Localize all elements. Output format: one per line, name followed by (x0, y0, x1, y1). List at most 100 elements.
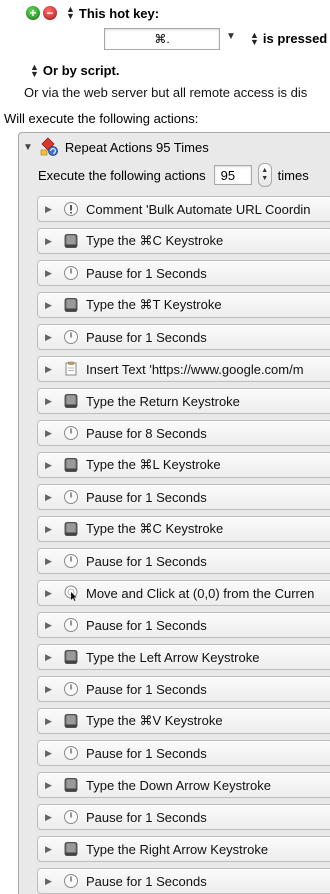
action-row[interactable]: ▶ Pause for 1 Seconds (37, 804, 330, 830)
action-label: Comment 'Bulk Automate URL Coordin (86, 201, 311, 217)
mouse-click-icon (62, 584, 80, 602)
pause-icon (62, 808, 80, 826)
disclosure-triangle-collapsed-icon[interactable]: ▶ (45, 812, 55, 823)
keystroke-icon (62, 648, 80, 666)
disclosure-triangle-collapsed-icon[interactable]: ▶ (45, 428, 55, 439)
disclosure-triangle-collapsed-icon[interactable]: ▶ (45, 364, 55, 375)
action-label: Pause for 1 Seconds (86, 681, 207, 697)
repeat-actions-icon (39, 137, 59, 157)
times-label: times (277, 167, 309, 183)
action-row[interactable]: ▶ Type the ⌘L Keystroke (37, 452, 330, 478)
disclosure-triangle-collapsed-icon[interactable]: ▶ (45, 460, 55, 471)
action-row[interactable]: ▶ Pause for 1 Seconds (37, 868, 330, 894)
keystroke-icon (62, 456, 80, 474)
hotkey-field[interactable]: ⌘. (104, 28, 220, 50)
pause-icon (62, 424, 80, 442)
webserver-info-text: Or via the web server but all remote acc… (24, 85, 308, 100)
action-label: Type the ⌘L Keystroke (86, 457, 221, 472)
disclosure-triangle-collapsed-icon[interactable]: ▶ (45, 684, 55, 695)
action-row[interactable]: ▶ Pause for 1 Seconds (37, 324, 330, 350)
action-row[interactable]: ▶ Move and Click at (0,0) from the Curren (37, 580, 330, 606)
action-row[interactable]: ▶ Type the Right Arrow Keystroke (37, 836, 330, 862)
hotkey-condition-popup[interactable]: ▲ ▼ is pressed (250, 29, 327, 47)
disclosure-triangle-collapsed-icon[interactable]: ▶ (45, 652, 55, 663)
repeat-header[interactable]: ▼ Repeat Actions 95 Times (23, 137, 209, 157)
action-row[interactable]: ▶ Type the ⌘C Keystroke (37, 228, 330, 254)
action-row[interactable]: ▶ Type the ⌘V Keystroke (37, 708, 330, 734)
disclosure-triangle-expanded-icon[interactable]: ▼ (23, 142, 33, 153)
disclosure-triangle-collapsed-icon[interactable]: ▶ (45, 620, 55, 631)
comment-icon (62, 200, 80, 218)
action-label: Type the Return Keystroke (86, 393, 240, 409)
action-row[interactable]: ▶ Type the Left Arrow Keystroke (37, 644, 330, 670)
disclosure-triangle-collapsed-icon[interactable]: ▶ (45, 332, 55, 343)
action-row[interactable]: ▶ Type the Down Arrow Keystroke (37, 772, 330, 798)
disclosure-triangle-collapsed-icon[interactable]: ▶ (45, 492, 55, 503)
action-row[interactable]: ▶ Type the Return Keystroke (37, 388, 330, 414)
keystroke-icon (62, 712, 80, 730)
action-row[interactable]: ▶ Pause for 1 Seconds (37, 548, 330, 574)
script-trigger-popup[interactable]: ▲ ▼ Or by script. (30, 61, 120, 79)
action-label: Pause for 8 Seconds (86, 425, 207, 441)
macro-editor: + − ▲ ▼ This hot key: ⌘. ▼ ▲ ▼ is pressed … (0, 0, 330, 894)
action-label: Pause for 1 Seconds (86, 489, 207, 505)
action-label: Type the Down Arrow Keystroke (86, 777, 271, 793)
action-row[interactable]: ▶ Pause for 1 Seconds (37, 484, 330, 510)
action-row[interactable]: ▶ Pause for 1 Seconds (37, 612, 330, 638)
action-row[interactable]: ▶ Pause for 1 Seconds (37, 740, 330, 766)
keystroke-icon (62, 840, 80, 858)
disclosure-triangle-collapsed-icon[interactable]: ▶ (45, 236, 55, 247)
trigger-type-popup-arrows-icon[interactable]: ▲ ▼ (66, 5, 75, 21)
action-row[interactable]: ▶ Type the ⌘T Keystroke (37, 292, 330, 318)
disclosure-triangle-collapsed-icon[interactable]: ▶ (45, 204, 55, 215)
hotkey-dropdown-arrow-icon[interactable]: ▼ (226, 31, 236, 42)
action-label: Pause for 1 Seconds (86, 809, 207, 825)
action-label: Insert Text 'https://www.google.com/m (86, 361, 304, 377)
pause-icon (62, 552, 80, 570)
pause-icon (62, 680, 80, 698)
repeat-action-container[interactable]: ▼ Repeat Actions 95 Times Execute the fo… (18, 132, 330, 894)
action-row[interactable]: ▶ Comment 'Bulk Automate URL Coordin (37, 196, 330, 222)
repeat-count-row: Execute the following actions 95 ▲ ▼ time… (38, 163, 309, 187)
disclosure-triangle-collapsed-icon[interactable]: ▶ (45, 588, 55, 599)
keystroke-icon (62, 776, 80, 794)
script-popup-arrows-icon: ▲ ▼ (30, 61, 39, 79)
disclosure-triangle-collapsed-icon[interactable]: ▶ (45, 876, 55, 887)
keystroke-icon (62, 392, 80, 410)
disclosure-triangle-collapsed-icon[interactable]: ▶ (45, 556, 55, 567)
pause-icon (62, 744, 80, 762)
add-trigger-icon[interactable]: + (26, 6, 40, 20)
hotkey-trigger-label[interactable]: This hot key: (79, 6, 159, 21)
action-label: Type the Left Arrow Keystroke (86, 649, 260, 665)
action-label: Pause for 1 Seconds (86, 329, 207, 345)
action-row[interactable]: ▶ Pause for 1 Seconds (37, 260, 330, 286)
disclosure-triangle-collapsed-icon[interactable]: ▶ (45, 748, 55, 759)
script-trigger-label: Or by script. (42, 63, 120, 78)
pause-icon (62, 616, 80, 634)
will-execute-heading: Will execute the following actions: (4, 111, 199, 126)
action-row[interactable]: ▶ Insert Text 'https://www.google.com/m (37, 356, 330, 382)
execute-prefix-label: Execute the following actions (38, 167, 206, 183)
condition-popup-arrows-icon: ▲ ▼ (250, 29, 259, 47)
repeat-count-field[interactable]: 95 (213, 165, 252, 185)
repeat-count-stepper[interactable]: ▲ ▼ (257, 163, 272, 187)
action-row[interactable]: ▶ Pause for 1 Seconds (37, 676, 330, 702)
action-label: Pause for 1 Seconds (86, 745, 207, 761)
pause-icon (62, 264, 80, 282)
disclosure-triangle-collapsed-icon[interactable]: ▶ (45, 396, 55, 407)
disclosure-triangle-collapsed-icon[interactable]: ▶ (45, 524, 55, 535)
remove-trigger-icon[interactable]: − (43, 6, 57, 20)
disclosure-triangle-collapsed-icon[interactable]: ▶ (45, 844, 55, 855)
action-label: Type the ⌘C Keystroke (86, 521, 224, 536)
disclosure-triangle-collapsed-icon[interactable]: ▶ (45, 780, 55, 791)
action-label: Pause for 1 Seconds (86, 553, 207, 569)
action-label: Pause for 1 Seconds (86, 617, 207, 633)
keystroke-icon (62, 520, 80, 538)
disclosure-triangle-collapsed-icon[interactable]: ▶ (45, 268, 55, 279)
disclosure-triangle-collapsed-icon[interactable]: ▶ (45, 300, 55, 311)
disclosure-triangle-collapsed-icon[interactable]: ▶ (45, 716, 55, 727)
action-label: Pause for 1 Seconds (86, 265, 207, 281)
action-row[interactable]: ▶ Type the ⌘C Keystroke (37, 516, 330, 542)
action-row[interactable]: ▶ Pause for 8 Seconds (37, 420, 330, 446)
action-label: Pause for 1 Seconds (86, 873, 207, 889)
